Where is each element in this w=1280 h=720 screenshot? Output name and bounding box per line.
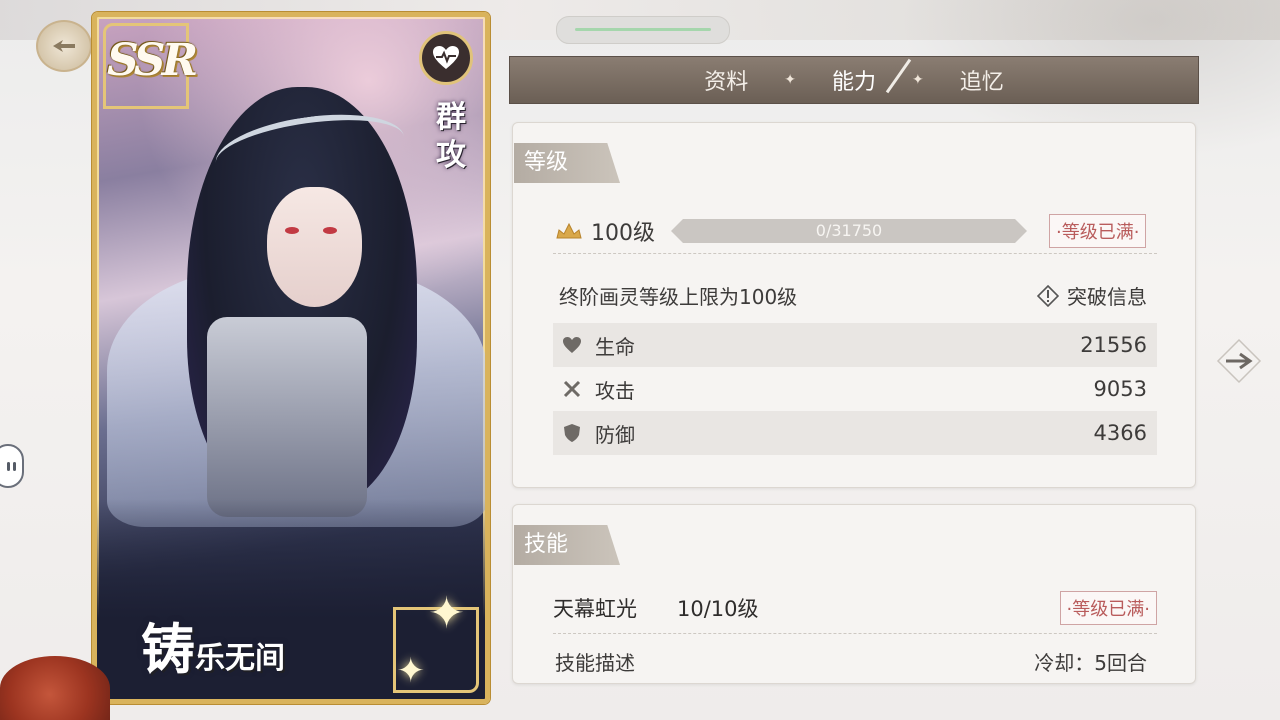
back-button[interactable] <box>36 20 92 72</box>
heart-icon <box>561 334 583 356</box>
favorite-button[interactable] <box>419 31 473 85</box>
breakthrough-info-label: 突破信息 <box>1067 285 1147 309</box>
stat-row-hp: 生命 21556 <box>553 323 1157 367</box>
level-max-badge: ·等级已满· <box>1049 214 1147 248</box>
lotus-crown-icon <box>556 222 582 239</box>
role-label: 群攻 <box>436 100 466 173</box>
level-cap-text: 终阶画灵等级上限为100级 <box>559 285 798 309</box>
character-name-main: 铸 <box>141 617 195 681</box>
stat-name: 防御 <box>595 422 635 447</box>
tab-ability[interactable]: 能力 <box>796 64 912 96</box>
character-armor <box>207 317 367 517</box>
divider <box>553 253 1157 254</box>
stat-value: 21556 <box>1080 333 1147 357</box>
xp-progress-text: 0/31750 <box>815 221 883 240</box>
heartbeat-icon <box>433 46 459 69</box>
exclamation-diamond-icon <box>1037 284 1059 307</box>
shield-icon <box>561 422 583 444</box>
level-value: 100级 <box>591 221 655 246</box>
skill-description-label: 技能描述 <box>555 651 635 675</box>
xp-progress-bar: 0/31750 <box>671 219 1027 243</box>
stat-name: 攻击 <box>595 378 635 403</box>
skill-level: 10/10级 <box>677 597 759 621</box>
divider <box>553 633 1157 634</box>
breakthrough-info-button[interactable]: 突破信息 <box>1037 281 1147 310</box>
tab-memories[interactable]: 追忆 <box>924 64 1040 96</box>
crossed-swords-icon <box>561 378 583 400</box>
tab-separator-icon: ✦ <box>784 72 796 88</box>
stat-row-defense: 防御 4366 <box>553 411 1157 455</box>
character-name: 铸乐无间 <box>141 605 285 684</box>
stat-value: 9053 <box>1093 377 1147 401</box>
skill-section-header: 技能 <box>514 525 620 565</box>
skill-row[interactable]: 天幕虹光 10/10级 ·等级已满· <box>553 591 1157 625</box>
tab-profile[interactable]: 资料 <box>668 64 784 96</box>
character-card: SSR 群攻 铸乐无间 ✦ ✦ <box>92 12 490 704</box>
skill-panel: 技能 天幕虹光 10/10级 ·等级已满· 技能描述 冷却：5回合 <box>512 504 1196 684</box>
back-arrow-icon <box>53 40 75 52</box>
sparkle-icon: ✦ <box>396 651 426 691</box>
level-panel: 等级 100级 0/31750 ·等级已满· 终阶画灵等级上限为100级 突破信… <box>512 122 1196 488</box>
rose-decoration <box>0 656 110 720</box>
tab-bar: 资料 ✦ 能力 ✦ 追忆 <box>509 56 1199 104</box>
stat-value: 4366 <box>1093 421 1147 445</box>
character-face <box>267 187 362 307</box>
sparkle-icon: ✦ <box>428 588 465 639</box>
side-drawer-handle[interactable] <box>0 444 24 488</box>
character-name-sub: 乐无间 <box>195 641 285 676</box>
tab-separator-icon: ✦ <box>912 72 924 88</box>
rarity-badge: SSR <box>107 35 198 86</box>
skill-max-badge: ·等级已满· <box>1059 591 1157 625</box>
next-character-button[interactable] <box>1214 336 1264 386</box>
stat-row-attack: 攻击 9053 <box>553 367 1157 411</box>
stats-list: 生命 21556 攻击 9053 防御 4366 <box>553 323 1157 455</box>
top-indicator <box>556 16 730 44</box>
level-row: 100级 0/31750 ·等级已满· <box>555 211 1155 251</box>
skill-cooldown: 冷却：5回合 <box>1034 651 1147 675</box>
skill-name: 天幕虹光 <box>553 597 637 621</box>
stat-name: 生命 <box>595 334 635 359</box>
level-section-header: 等级 <box>514 143 620 183</box>
